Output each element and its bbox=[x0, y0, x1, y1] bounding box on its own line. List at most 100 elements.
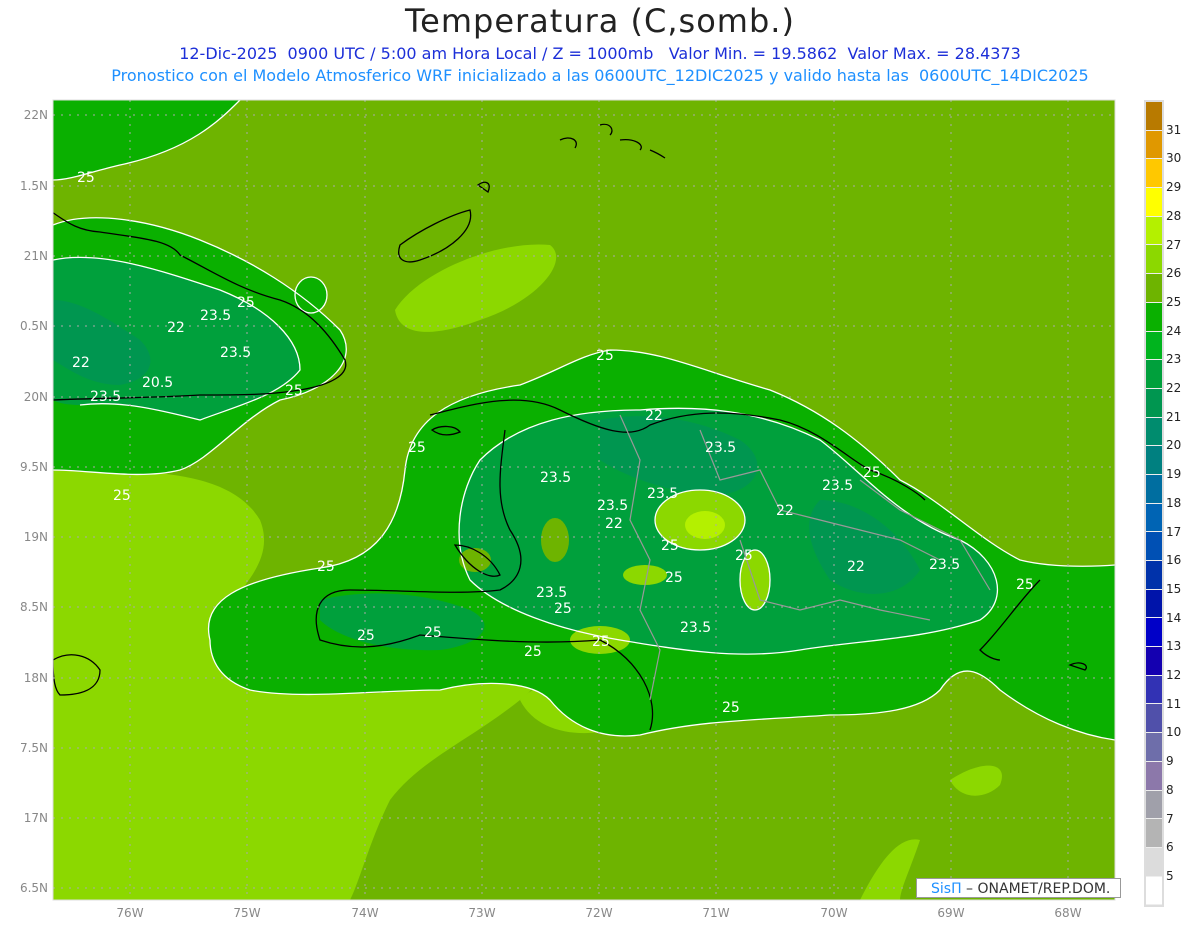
colorbar-swatch bbox=[1146, 274, 1162, 303]
contour-label: 25 bbox=[722, 700, 740, 716]
colorbar-label: 25 bbox=[1166, 294, 1182, 309]
contour-label: 25 bbox=[408, 440, 426, 456]
colorbar-label: 10 bbox=[1166, 725, 1182, 740]
colorbar-label: 15 bbox=[1166, 581, 1182, 596]
colorbar-label: 21 bbox=[1166, 409, 1182, 424]
colorbar-swatch bbox=[1146, 474, 1162, 504]
credit-text: – ONAMET/REP.DOM. bbox=[961, 881, 1111, 897]
lon-label: 76W bbox=[116, 906, 144, 920]
lon-label: 70W bbox=[820, 906, 848, 920]
contour-label: 23.5 bbox=[90, 389, 121, 405]
contour-label: 22 bbox=[72, 355, 90, 371]
colorbar-label: 16 bbox=[1166, 553, 1182, 568]
warm-zone-haiti bbox=[541, 518, 569, 562]
contour-label: 25 bbox=[77, 170, 95, 186]
lat-label: 8.5N bbox=[19, 600, 48, 614]
warm-zone-central-core bbox=[685, 511, 725, 539]
colorbar-swatch bbox=[1146, 245, 1162, 275]
contour-label: 23.5 bbox=[822, 478, 853, 494]
colorbar-swatch bbox=[1146, 388, 1162, 418]
lat-label: 9.5N bbox=[19, 460, 48, 474]
colorbar-swatch bbox=[1146, 102, 1162, 131]
contour-label: 23.5 bbox=[220, 345, 251, 361]
lon-label: 73W bbox=[468, 906, 496, 920]
lat-label: 18N bbox=[23, 671, 48, 685]
colorbar-swatch bbox=[1146, 876, 1162, 906]
colorbar-swatch bbox=[1146, 618, 1162, 648]
contour-label: 25 bbox=[665, 570, 683, 586]
contour-label: 22 bbox=[605, 516, 623, 532]
colorbar-swatch bbox=[1146, 188, 1162, 217]
contour-label: 25 bbox=[592, 634, 610, 650]
colorbar-label: 18 bbox=[1166, 495, 1182, 510]
colorbar bbox=[1144, 100, 1164, 908]
colorbar-swatch bbox=[1146, 647, 1162, 676]
contour-label: 25 bbox=[317, 559, 335, 575]
colorbar-swatch bbox=[1146, 216, 1162, 246]
contour-label: 25 bbox=[285, 383, 303, 399]
colorbar-label: 28 bbox=[1166, 208, 1182, 223]
contour-label: 23.5 bbox=[200, 308, 231, 324]
colorbar-label: 6 bbox=[1166, 840, 1174, 855]
colorbar-label: 22 bbox=[1166, 381, 1182, 395]
colorbar-swatch bbox=[1146, 790, 1162, 820]
lat-label: 20N bbox=[23, 390, 48, 404]
colorbar-swatch bbox=[1146, 675, 1162, 705]
contour-label: 25 bbox=[113, 488, 131, 504]
contour-label: 22 bbox=[167, 320, 185, 336]
contour-label: 22 bbox=[776, 503, 794, 519]
colorbar-label: 7 bbox=[1166, 811, 1174, 826]
lon-label: 71W bbox=[702, 906, 730, 920]
lat-label: 21N bbox=[23, 249, 48, 263]
contour-label: 25 bbox=[661, 538, 679, 554]
colorbar-label: 30 bbox=[1166, 151, 1182, 166]
colorbar-label: 19 bbox=[1166, 467, 1182, 482]
contour-label: 23.5 bbox=[647, 486, 678, 502]
colorbar-label: 23 bbox=[1166, 352, 1182, 367]
lat-label: 22N bbox=[23, 108, 48, 122]
colorbar-swatch bbox=[1146, 446, 1162, 475]
colorbar-swatch bbox=[1146, 819, 1162, 848]
contour-label: 23.5 bbox=[540, 470, 571, 486]
contour-label: 25 bbox=[735, 548, 753, 564]
colorbar-label: 5 bbox=[1166, 868, 1174, 883]
colorbar-swatch bbox=[1146, 302, 1162, 332]
colorbar-label: 31 bbox=[1166, 122, 1182, 137]
colorbar-label: 17 bbox=[1166, 524, 1182, 539]
contour-label: 25 bbox=[863, 465, 881, 481]
colorbar-label: 24 bbox=[1166, 323, 1182, 338]
colorbar-swatch bbox=[1146, 561, 1162, 590]
contour-label: 23.5 bbox=[680, 620, 711, 636]
lat-label: 6.5N bbox=[19, 881, 48, 895]
colorbar-label: 9 bbox=[1166, 754, 1174, 769]
contour-label: 25 bbox=[524, 644, 542, 660]
colorbar-swatch bbox=[1146, 417, 1162, 447]
lat-label: 7.5N bbox=[19, 741, 48, 755]
contour-label: 23.5 bbox=[597, 498, 628, 514]
colorbar-swatch bbox=[1146, 130, 1162, 160]
colorbar-swatch bbox=[1146, 761, 1162, 791]
lon-label: 68W bbox=[1054, 906, 1082, 920]
colorbar-label: 14 bbox=[1166, 610, 1182, 625]
lon-label: 72W bbox=[585, 906, 613, 920]
contour-label: 25 bbox=[1016, 577, 1034, 593]
colorbar-label: 20 bbox=[1166, 438, 1182, 453]
contour-label: 23.5 bbox=[536, 585, 567, 601]
colorbar-swatch bbox=[1146, 532, 1162, 561]
contour-label: 23.5 bbox=[929, 557, 960, 573]
contour-label: 25 bbox=[237, 295, 255, 311]
colorbar-swatch bbox=[1146, 331, 1162, 361]
contour-label: 20.5 bbox=[142, 375, 173, 391]
lon-label: 74W bbox=[351, 906, 379, 920]
lat-label: 0.5N bbox=[19, 319, 48, 333]
lon-label: 69W bbox=[937, 906, 965, 920]
temperature-map: 25 25 22 23.5 23.5 22 20.5 23.5 25 25 25… bbox=[52, 99, 1116, 901]
colorbar-swatch bbox=[1146, 847, 1162, 877]
contour-label: 22 bbox=[645, 408, 663, 424]
colorbar-swatch bbox=[1146, 589, 1162, 619]
colorbar-label: 13 bbox=[1166, 639, 1182, 654]
colorbar-label: 8 bbox=[1166, 782, 1174, 797]
contour-label: 25 bbox=[596, 348, 614, 364]
lon-label: 75W bbox=[233, 906, 261, 920]
colorbar-label: 26 bbox=[1166, 266, 1182, 281]
